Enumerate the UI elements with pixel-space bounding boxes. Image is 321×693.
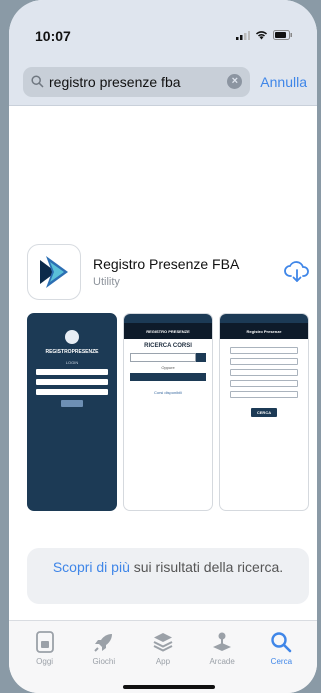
rocket-icon [94,634,112,652]
screenshot-small-text: Oppure [161,365,175,370]
tab-search[interactable]: Cerca [253,631,309,693]
tab-label: Arcade [209,657,235,666]
status-time: 10:07 [35,28,71,44]
screenshot-heading: RICERCA CORSI [144,343,192,349]
download-button[interactable] [283,258,311,286]
tab-label: App [155,657,171,666]
screenshot-subtitle: LOGIN [65,360,79,365]
signal-icon [236,30,250,40]
status-bar: 10:07 [9,0,317,58]
screenshot-button-label: CERCA [256,410,272,415]
screenshot-logo [65,330,79,344]
status-icons [236,30,293,40]
clear-icon[interactable]: × [227,74,243,89]
screenshot-button [130,373,206,381]
screenshot-topbar: Registro Presenze [220,323,308,339]
app-icon[interactable] [27,244,81,300]
app-category: Utility [93,276,120,288]
cloud-download-icon [284,261,309,282]
screenshot-field [230,347,298,354]
more-results-text: sui risultati della ricerca. [129,559,284,575]
tab-bar: Oggi Giochi App Arcade Cerca [9,620,317,693]
app-name[interactable]: Registro Presenze FBA [93,256,283,272]
search-icon [271,632,292,653]
search-bar: registro presenze fba × Annulla [9,58,317,106]
screenshot-login[interactable]: REGISTROPRESENZE LOGIN [27,313,117,511]
cancel-button[interactable]: Annulla [260,74,307,90]
tab-apps[interactable]: App [135,631,191,693]
tab-arcade[interactable]: Arcade [194,631,250,693]
today-icon [35,631,54,653]
tab-label: Oggi [36,657,54,666]
screenshot-field [36,379,108,385]
tab-label: Cerca [270,657,293,666]
screenshot-info: Corsi disponibili [153,390,182,395]
screenshot-button [61,400,83,407]
tab-label: Giochi [92,657,116,666]
app-result[interactable]: Registro Presenze FBA Utility [27,243,311,301]
tab-today[interactable]: Oggi [17,631,73,693]
app-logo-icon [40,256,68,288]
screenshot-form[interactable]: Registro Presenze CERCA [219,313,309,511]
screenshot-carousel[interactable]: REGISTROPRESENZE LOGIN REGISTRO PRESENZE… [27,313,311,511]
battery-icon [273,30,292,40]
search-icon [31,75,44,88]
screenshot-field [36,389,108,395]
screenshot-search[interactable]: REGISTRO PRESENZE RICERCA CORSI Oppure C… [123,313,213,511]
screenshot-button: CERCA [251,408,277,417]
joystick-icon [213,632,232,651]
screenshot-input [130,353,196,362]
home-indicator[interactable] [123,685,215,689]
screenshot-search-row [130,353,206,362]
screenshot-field [230,391,298,398]
screenshot-field [36,369,108,375]
layers-icon [153,633,173,652]
app-info: Registro Presenze FBA Utility [93,256,283,288]
screenshot-title: REGISTROPRESENZE [45,349,99,355]
screenshot-bar-title: REGISTRO PRESENZE [146,328,190,334]
search-query: registro presenze fba [49,73,181,90]
screenshot-field [230,358,298,365]
screenshot-field [230,369,298,376]
phone-screen: 10:07 registro presenze fba × Annulla Re… [9,0,317,693]
screenshot-status [124,314,212,323]
screenshot-field [230,380,298,387]
search-input[interactable]: registro presenze fba × [23,66,251,97]
tab-games[interactable]: Giochi [76,631,132,693]
more-results-banner[interactable]: Scopri di più sui risultati della ricerc… [27,548,309,604]
screenshot-topbar: REGISTRO PRESENZE [124,323,212,339]
screenshot-search-button [196,353,206,362]
screenshot-bar-title: Registro Presenze [246,328,282,334]
more-results-link[interactable]: Scopri di più [53,559,130,575]
wifi-icon [255,31,268,40]
screenshot-status [220,314,308,323]
